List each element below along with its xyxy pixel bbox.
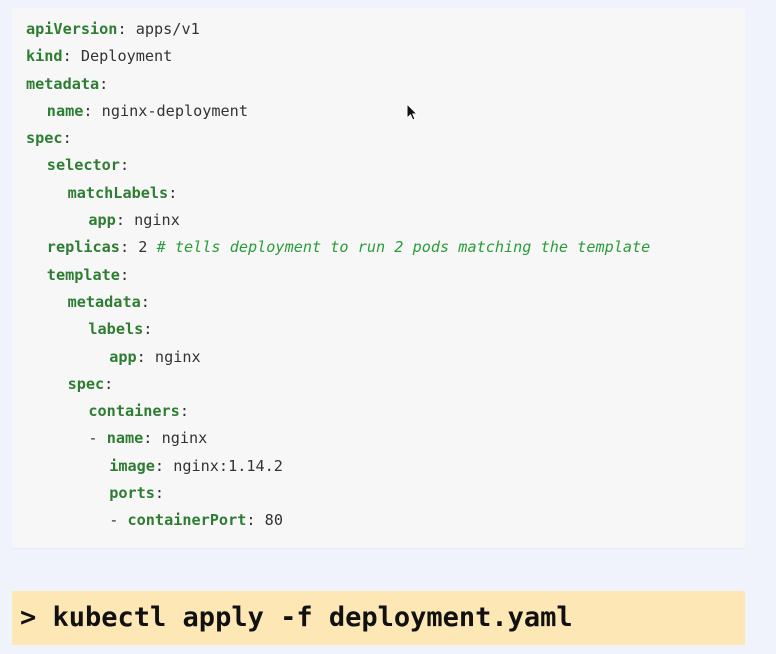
colon: : [119, 265, 130, 284]
yaml-value-kind: Deployment [80, 47, 173, 66]
yaml-value-container-port: 80 [264, 511, 283, 530]
yaml-key-metadata: metadata [26, 74, 100, 93]
colon: : [83, 101, 102, 120]
code-line-selector-app: app: nginx [26, 207, 650, 234]
colon: : [154, 456, 174, 475]
kubectl-command: > kubectl apply -f deployment.yaml [20, 602, 573, 633]
yaml-key-spec: spec [26, 129, 63, 148]
code-line-selector: selector: [26, 152, 650, 179]
yaml-value-api-version: apps/v1 [135, 20, 200, 38]
code-line-match-labels: matchLabels: [26, 180, 650, 207]
colon: : [62, 129, 72, 148]
code-line-template-app: app: nginx [26, 344, 650, 371]
colon: : [136, 347, 155, 366]
yaml-key-container-port: containerPort [127, 511, 247, 530]
yaml-key-template-spec: spec [67, 374, 105, 393]
list-dash: - [88, 429, 98, 448]
colon: : [140, 292, 150, 311]
colon: : [104, 374, 114, 393]
yaml-key-ports: ports [109, 484, 155, 503]
yaml-key-template-app: app [109, 347, 137, 366]
yaml-code-panel: apiVersion: apps/v1 kind: Deployment met… [12, 8, 745, 548]
yaml-key-selector: selector [46, 156, 120, 175]
colon: : [115, 211, 135, 230]
yaml-comment-replicas: # tells deployment to run 2 pods matchin… [156, 238, 651, 257]
yaml-value-container-name: nginx [161, 429, 208, 448]
yaml-key-replicas: replicas [46, 238, 120, 257]
code-line-template: template: [26, 262, 650, 289]
mouse-pointer-icon [406, 103, 418, 121]
colon: : [168, 183, 178, 202]
code-line-api-version: apiVersion: apps/v1 [26, 16, 650, 43]
yaml-key-labels: labels [88, 320, 144, 339]
colon: : [99, 74, 109, 93]
code-line-template-spec: spec: [26, 371, 650, 398]
code-line-metadata: metadata: [26, 71, 650, 98]
yaml-key-app: app [88, 211, 116, 230]
code-line-template-metadata: metadata: [26, 289, 650, 316]
yaml-code-lines: apiVersion: apps/v1 kind: Deployment met… [26, 16, 650, 535]
colon: : [119, 238, 139, 257]
yaml-key-image: image [109, 456, 155, 475]
colon: : [119, 156, 130, 175]
yaml-key-api-version: apiVersion [26, 20, 118, 38]
colon: : [143, 429, 162, 448]
yaml-key-match-labels: matchLabels [67, 183, 169, 202]
code-line-labels: labels: [26, 316, 650, 343]
yaml-key-template: template [46, 265, 120, 284]
colon: : [179, 402, 189, 421]
list-dash: - [109, 511, 119, 530]
yaml-value-app: nginx [134, 211, 180, 230]
yaml-key-containers: containers [88, 402, 180, 421]
colon: : [117, 20, 136, 38]
code-line-image: image: nginx:1.14.2 [26, 453, 650, 480]
yaml-value-template-app: nginx [154, 347, 201, 366]
code-line-containers: containers: [26, 398, 650, 425]
code-line-container-port: - containerPort: 80 [26, 507, 650, 534]
yaml-key-container-name: name [106, 429, 144, 448]
colon: : [246, 511, 265, 530]
code-line-spec: spec: [26, 125, 650, 152]
colon: : [62, 47, 81, 66]
yaml-key-kind: kind [26, 47, 63, 66]
command-bar: > kubectl apply -f deployment.yaml [12, 591, 745, 645]
code-line-ports: ports: [26, 480, 650, 507]
colon: : [143, 320, 153, 339]
yaml-key-template-metadata: metadata [67, 292, 141, 311]
colon: : [154, 484, 165, 503]
code-line-name: name: nginx-deployment [26, 98, 650, 125]
code-line-replicas: replicas: 2 # tells deployment to run 2 … [26, 234, 651, 261]
yaml-value-image: nginx:1.14.2 [173, 456, 283, 475]
code-line-container-name: - name: nginx [26, 425, 650, 452]
yaml-key-name: name [46, 101, 84, 120]
code-line-kind: kind: Deployment [26, 43, 650, 70]
yaml-value-name: nginx-deployment [101, 101, 248, 120]
